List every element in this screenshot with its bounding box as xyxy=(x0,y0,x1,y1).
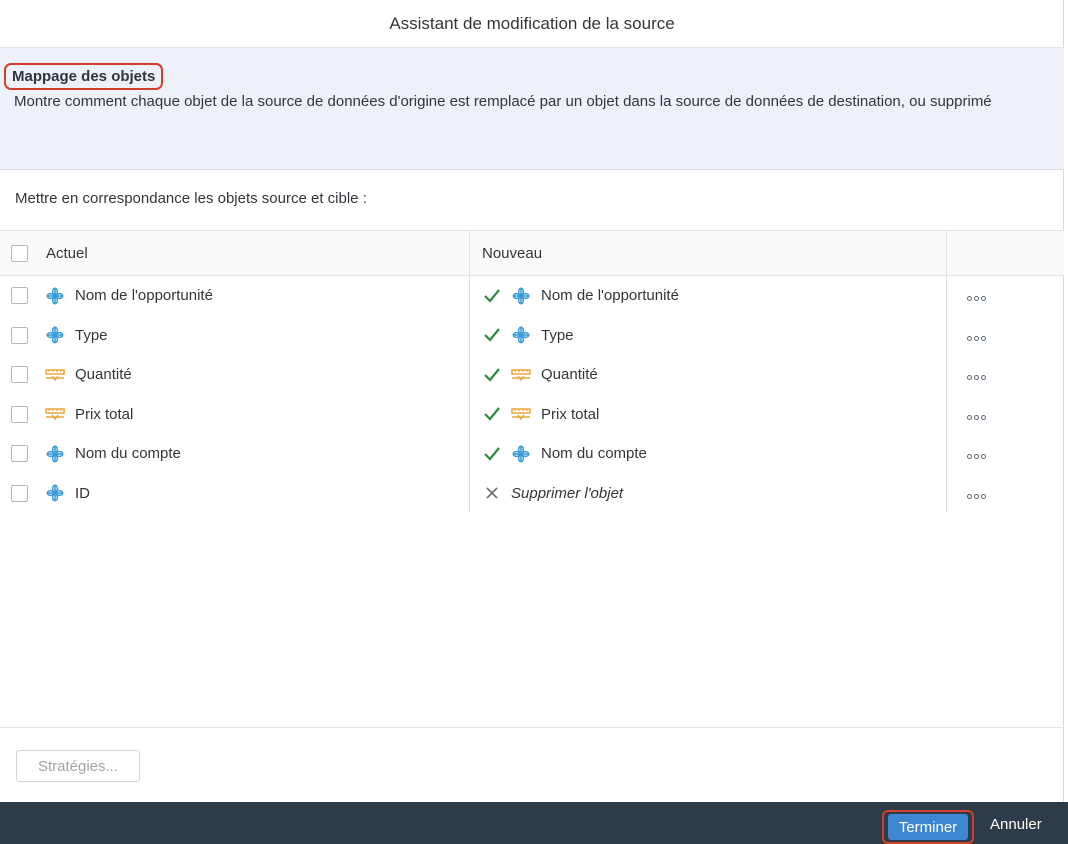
current-object-label: Nom de l'opportunité xyxy=(75,287,213,305)
actions-cell xyxy=(947,316,1064,356)
actions-cell xyxy=(947,434,1064,474)
check-icon xyxy=(482,365,502,385)
column-label-current: Actuel xyxy=(46,244,88,262)
more-options-icon[interactable] xyxy=(967,493,986,499)
new-object-label: Type xyxy=(541,326,574,344)
new-object-label: Quantité xyxy=(541,366,598,384)
new-cell[interactable]: Quantité xyxy=(470,355,947,395)
check-icon xyxy=(482,404,502,424)
more-options-icon[interactable] xyxy=(967,375,986,381)
dialog-header: Assistant de modification de la source xyxy=(0,0,1064,48)
finish-button[interactable]: Terminer xyxy=(888,814,968,840)
current-object-label: ID xyxy=(75,484,90,502)
current-cell: Nom du compte xyxy=(0,434,470,474)
new-cell[interactable]: Prix total xyxy=(470,394,947,434)
dimension-icon xyxy=(45,444,65,464)
new-cell[interactable]: Nom de l'opportunité xyxy=(470,276,947,316)
measure-icon xyxy=(511,404,531,424)
table-row: Nom de l'opportunité Nom de l'opportunité xyxy=(0,276,1064,316)
current-cell: Quantité xyxy=(0,355,470,395)
table-row: Quantité Quantité xyxy=(0,355,1064,395)
table-row: ID Supprimer l'objet xyxy=(0,473,1064,514)
table-row: Prix total Prix total xyxy=(0,394,1064,435)
current-cell: Nom de l'opportunité xyxy=(0,276,470,316)
select-all-checkbox[interactable] xyxy=(11,244,28,262)
check-icon xyxy=(482,444,502,464)
more-options-icon[interactable] xyxy=(967,296,986,302)
row-checkbox[interactable] xyxy=(11,326,28,344)
new-object-label: Nom du compte xyxy=(541,445,647,463)
cross-icon xyxy=(482,483,502,503)
actions-cell xyxy=(947,276,1064,316)
actions-cell xyxy=(947,395,1064,435)
current-object-label: Quantité xyxy=(75,366,132,384)
measure-icon xyxy=(45,404,65,424)
measure-icon xyxy=(511,365,531,385)
info-title: Mappage des objets xyxy=(4,63,164,90)
more-options-icon[interactable] xyxy=(967,414,986,420)
mapping-subtitle: Mettre en correspondance les objets sour… xyxy=(15,190,367,207)
strategies-button[interactable]: Stratégies... xyxy=(16,750,140,782)
table-row: Nom du compte Nom du compte xyxy=(0,434,1064,474)
row-checkbox[interactable] xyxy=(11,366,28,384)
measure-icon xyxy=(45,365,65,385)
row-checkbox[interactable] xyxy=(11,445,28,463)
source-change-dialog: Assistant de modification de la source M… xyxy=(0,0,1064,844)
dimension-icon xyxy=(45,483,65,503)
table-row: Type Type xyxy=(0,315,1064,356)
column-header-new: Nouveau xyxy=(470,231,947,275)
dimension-icon xyxy=(511,286,531,306)
info-panel: Mappage des objets Montre comment chaque… xyxy=(0,48,1064,170)
new-object-label: Supprimer l'objet xyxy=(511,484,624,502)
dimension-icon xyxy=(511,325,531,345)
current-object-label: Nom du compte xyxy=(75,445,181,463)
more-options-icon[interactable] xyxy=(967,454,986,460)
new-object-label: Nom de l'opportunité xyxy=(541,287,679,305)
current-cell: ID xyxy=(0,473,470,513)
finish-highlight: Terminer xyxy=(882,810,974,844)
info-description: Montre comment chaque objet de la source… xyxy=(14,93,992,110)
cancel-button[interactable]: Annuler xyxy=(990,816,1042,833)
dimension-icon xyxy=(45,325,65,345)
column-label-new: Nouveau xyxy=(482,244,543,262)
new-cell[interactable]: Type xyxy=(470,315,947,355)
more-options-icon[interactable] xyxy=(967,335,986,341)
dialog-footer-bar: Terminer Annuler xyxy=(0,802,1068,844)
new-cell[interactable]: Nom du compte xyxy=(470,434,947,474)
current-object-label: Prix total xyxy=(75,405,134,423)
row-checkbox[interactable] xyxy=(11,484,28,502)
row-checkbox[interactable] xyxy=(11,287,28,305)
dialog-content-footer: Stratégies... xyxy=(0,727,1064,803)
dimension-icon xyxy=(45,286,65,306)
column-header-actions xyxy=(947,231,1064,275)
mapping-table: Actuel Nouveau Nom de l'opportunité Nom d… xyxy=(0,230,1064,513)
new-cell[interactable]: Supprimer l'objet xyxy=(470,473,947,513)
dialog-title: Assistant de modification de la source xyxy=(389,13,675,33)
row-checkbox[interactable] xyxy=(11,405,28,423)
check-icon xyxy=(482,286,502,306)
table-header: Actuel Nouveau xyxy=(0,230,1064,276)
dimension-icon xyxy=(511,444,531,464)
check-icon xyxy=(482,325,502,345)
current-object-label: Type xyxy=(75,326,108,344)
actions-cell xyxy=(947,474,1064,514)
current-cell: Type xyxy=(0,315,470,355)
new-object-label: Prix total xyxy=(541,405,600,423)
table-body: Nom de l'opportunité Nom de l'opportunité… xyxy=(0,276,1064,513)
column-header-current: Actuel xyxy=(0,231,470,275)
current-cell: Prix total xyxy=(0,394,470,434)
actions-cell xyxy=(947,355,1064,395)
